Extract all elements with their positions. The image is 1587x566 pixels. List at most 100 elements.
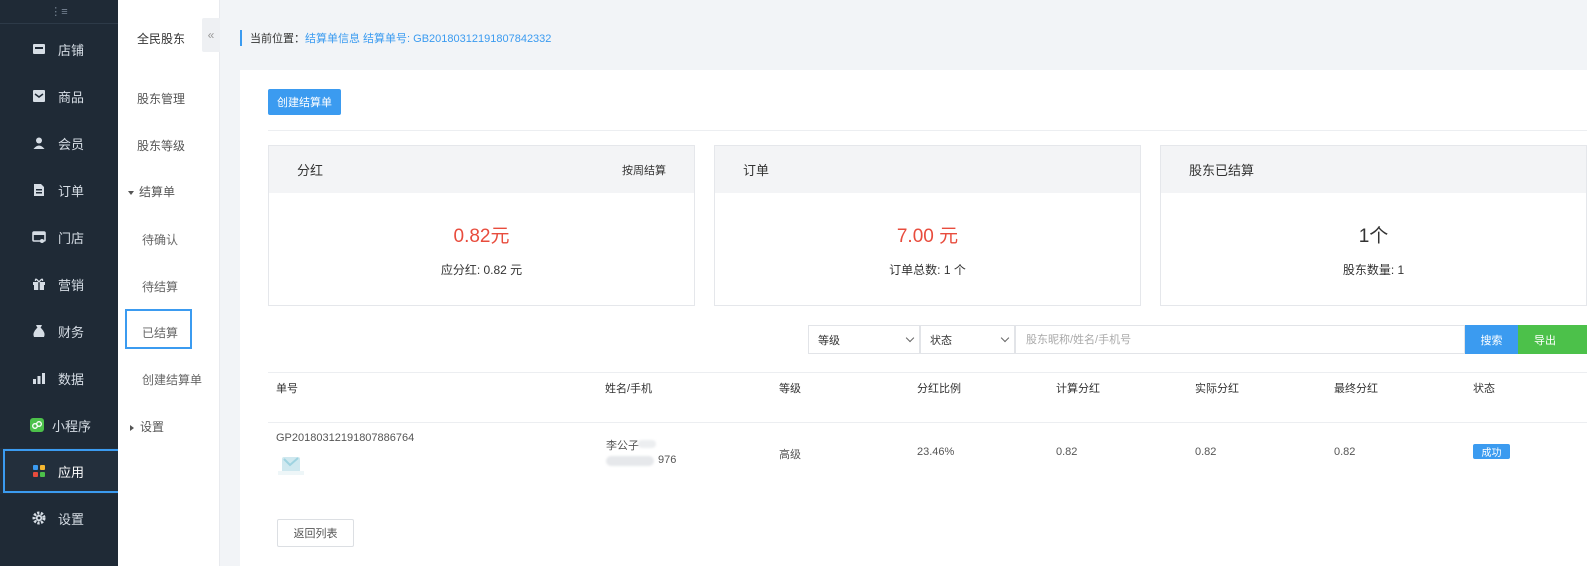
sidebar-item-marketing[interactable]: 营销 (0, 261, 118, 307)
shareholder-settled-card: 股东已结算 1个 股东数量: 1 (1160, 145, 1587, 306)
card-value: 1个 (1358, 226, 1389, 247)
subnav-group-label: 结算单 (139, 185, 176, 199)
card-value: 0.82元 (453, 226, 510, 247)
card-header: 订单 (715, 146, 1140, 193)
level-select[interactable]: 等级 (808, 325, 920, 354)
member-icon (32, 136, 46, 150)
card-title: 分红 (297, 163, 324, 178)
sidebar-item-label: 财务 (58, 324, 85, 340)
breadcrumb: 当前位置： 结算单信息 结算单号: GB20180312191807842332 (240, 30, 551, 46)
table-divider (268, 372, 1587, 373)
goods-icon (32, 89, 46, 103)
table-divider (268, 422, 1587, 423)
subnav-group-settlement[interactable]: 结算单 (128, 183, 175, 200)
back-to-list-button[interactable]: 返回列表 (277, 519, 354, 547)
order-icon (32, 183, 46, 197)
column-header: 单号 (276, 383, 298, 395)
sidebar-item-data[interactable]: 数据 (0, 355, 118, 401)
sidebar-item-finance[interactable]: 财务 (0, 308, 118, 354)
sidebar-item-label: 门店 (58, 230, 85, 246)
calculated-dividend: 0.82 (1056, 446, 1078, 458)
divider (268, 130, 1587, 131)
column-header: 分红比例 (917, 383, 961, 395)
sidebar-item-member[interactable]: 会员 (0, 120, 118, 166)
member-phone: 976 (658, 454, 677, 466)
subnav-title: 全民股东 (137, 32, 186, 46)
card-header: 分红 按周结算 (269, 146, 694, 193)
sidebar-item-label: 商品 (58, 89, 85, 105)
search-input[interactable] (1015, 325, 1465, 354)
actual-dividend: 0.82 (1195, 446, 1217, 458)
card-value: 7.00 元 (896, 226, 959, 247)
chevron-left-icon: « (207, 28, 215, 42)
subnav-item-create-settlement[interactable]: 创建结算单 (142, 371, 202, 388)
card-period: 按周结算 (622, 164, 666, 177)
card-header: 股东已结算 (1161, 146, 1586, 193)
sidebar-item-mini-program[interactable]: 小程序 (0, 402, 118, 448)
sidebar-item-label: 应用 (58, 464, 85, 480)
money-bag-icon (32, 324, 46, 338)
status-badge: 成功 (1473, 444, 1510, 459)
final-dividend: 0.82 (1334, 446, 1356, 458)
subnav-item-pending-confirm[interactable]: 待确认 (142, 231, 178, 248)
sidebar-item-apps[interactable]: 应用 (0, 448, 126, 494)
sidebar-item-label: 店铺 (58, 42, 85, 58)
column-header: 状态 (1473, 383, 1495, 395)
store-icon (32, 42, 46, 56)
shop-icon (32, 230, 46, 244)
status-select-value: 状态 (930, 334, 952, 347)
card-subtext: 订单总数: 1 个 (889, 263, 966, 277)
menu-collapse-icon[interactable]: ⋮≡ (50, 5, 67, 18)
subnav-item-shareholder-level[interactable]: 股东等级 (137, 137, 185, 154)
bar-chart-icon (32, 371, 46, 385)
gift-icon (32, 277, 46, 291)
subnav-item-shareholder-manage[interactable]: 股东管理 (137, 90, 185, 107)
sidebar-item-order[interactable]: 订单 (0, 167, 118, 213)
subnav-group-settings[interactable]: 设置 (130, 418, 164, 435)
search-button[interactable]: 搜索 (1465, 325, 1518, 354)
order-number: GP20180312191807886764 (276, 432, 415, 444)
column-header: 计算分红 (1056, 383, 1100, 395)
column-header: 实际分红 (1195, 383, 1239, 395)
gear-icon (32, 511, 46, 525)
column-header: 姓名/手机 (605, 383, 653, 395)
collapse-subnav-button[interactable]: « (202, 18, 220, 52)
sidebar-item-goods[interactable]: 商品 (0, 73, 118, 119)
blurred-phone (606, 456, 654, 466)
sidebar-toggle[interactable]: ⋮≡ (0, 0, 118, 24)
member-level: 高级 (779, 449, 801, 461)
level-select-value: 等级 (818, 334, 840, 347)
member-name: 李公子 (606, 440, 639, 452)
sidebar-item-store[interactable]: 店铺 (0, 26, 118, 72)
caret-right-icon (130, 424, 134, 431)
breadcrumb-link[interactable]: 结算单信息 结算单号: GB20180312191807842332 (305, 30, 551, 46)
card-title: 股东已结算 (1189, 163, 1255, 178)
main-panel: 创建结算单 分红 按周结算 0.82元 应分红: 0.82 元 订单 7.00 … (240, 70, 1587, 566)
export-button[interactable]: 导出 (1518, 325, 1587, 354)
column-header: 等级 (779, 383, 801, 395)
product-thumbnail (276, 453, 306, 477)
sidebar-item-shop[interactable]: 门店 (0, 214, 118, 260)
status-select[interactable]: 状态 (920, 325, 1015, 354)
caret-down-icon (128, 190, 134, 195)
breadcrumb-label: 当前位置： (250, 33, 305, 45)
card-subtext: 应分红: 0.82 元 (440, 263, 523, 277)
dividend-card: 分红 按周结算 0.82元 应分红: 0.82 元 (268, 145, 695, 306)
chevron-down-icon (905, 333, 915, 343)
card-subtext: 股东数量: 1 (1342, 263, 1405, 277)
sidebar-item-label: 订单 (58, 183, 85, 199)
card-title: 订单 (743, 163, 770, 178)
subnav-item-settled[interactable]: 已结算 (142, 324, 178, 341)
sidebar-item-label: 会员 (58, 136, 85, 152)
sidebar-item-label: 设置 (58, 511, 85, 527)
sidebar-item-settings[interactable]: 设置 (0, 495, 118, 541)
sidebar-item-label: 数据 (58, 371, 85, 387)
subnav-group-label: 设置 (140, 420, 165, 434)
subnav-item-pending-settle[interactable]: 待结算 (142, 278, 178, 295)
chevron-down-icon (1000, 333, 1010, 343)
column-header: 最终分红 (1334, 383, 1378, 395)
dividend-ratio: 23.46% (917, 446, 955, 458)
secondary-nav: 全民股东 股东管理 股东等级 结算单 待确认 待结算 已结算 创建结算单 设置 (118, 0, 220, 566)
blurred-name (638, 440, 656, 448)
create-settlement-button[interactable]: 创建结算单 (268, 89, 341, 115)
